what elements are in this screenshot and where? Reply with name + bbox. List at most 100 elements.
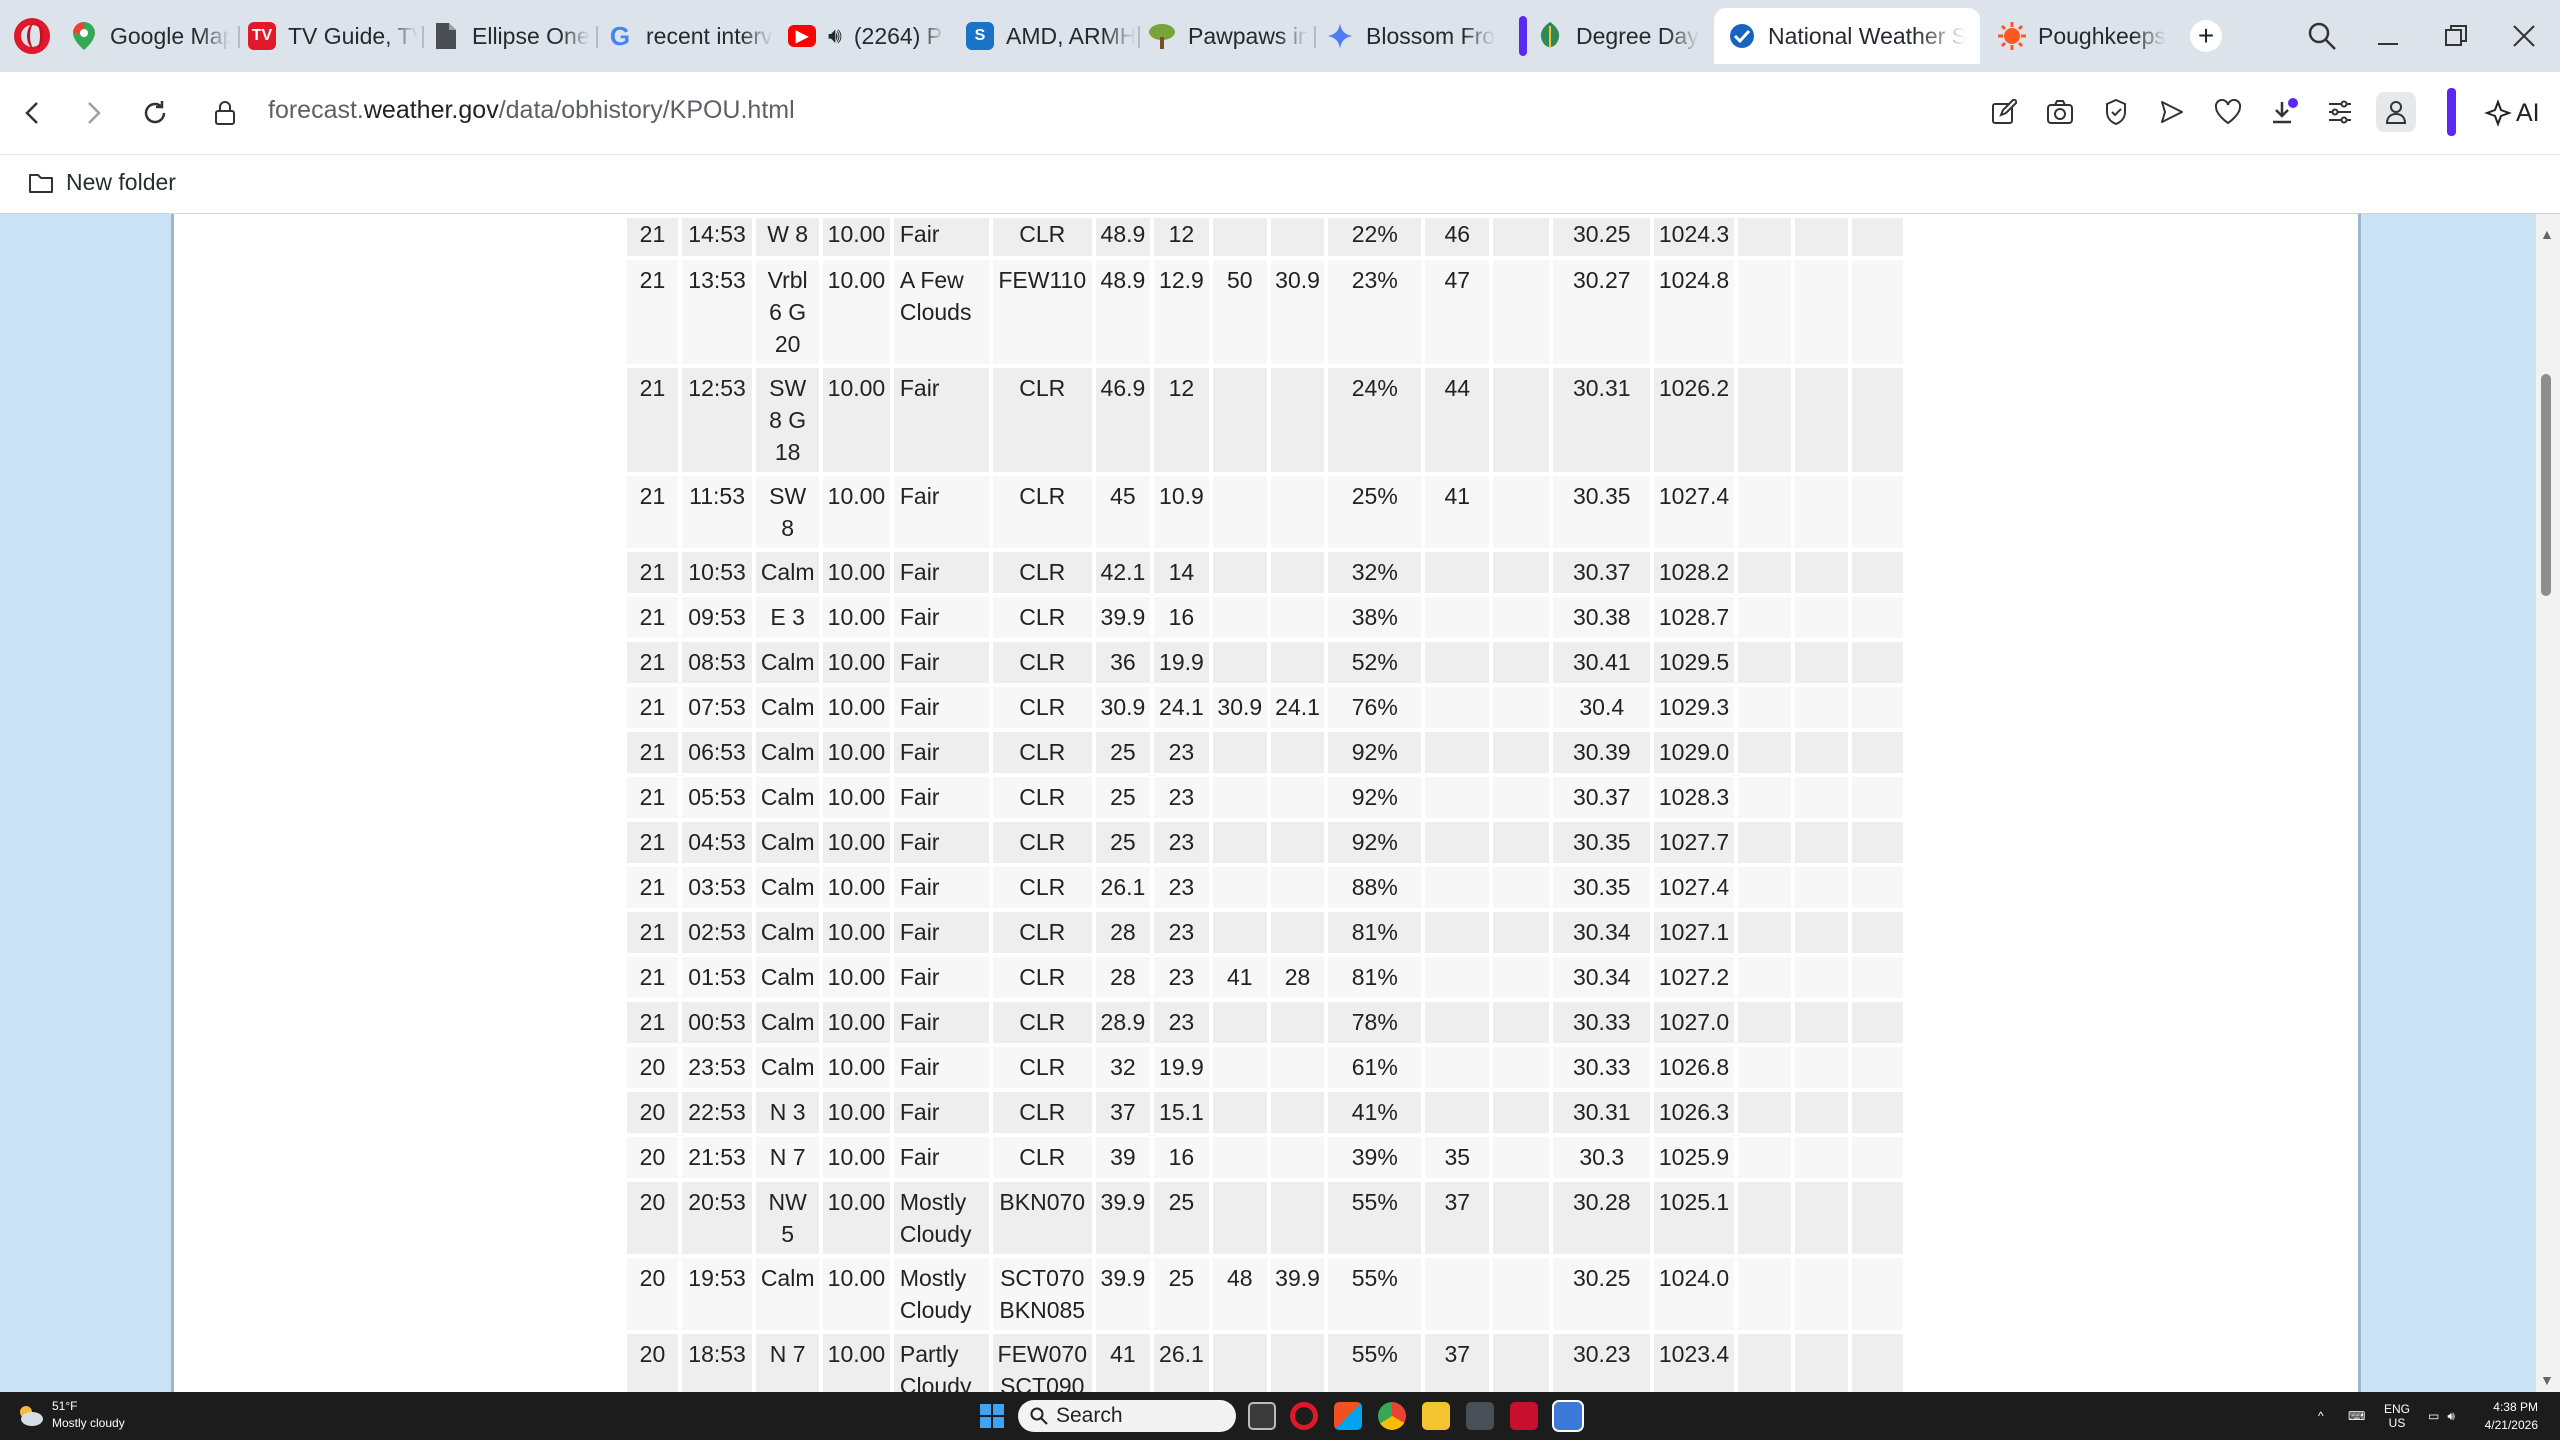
- cell-precip-1hr: [1737, 1334, 1791, 1392]
- shield-icon[interactable]: [2096, 92, 2136, 132]
- minimize-icon[interactable]: [2366, 14, 2410, 58]
- cell-min-6hr: 30.9: [1270, 260, 1325, 364]
- calculator-icon[interactable]: [1466, 1402, 1494, 1430]
- tab-tv-guide[interactable]: TV TV Guide, TV: [248, 8, 418, 64]
- table-row: 21 12:53 SW 8 G 18 10.00 Fair CLR 46.9 12 24% 44 3…: [627, 368, 1903, 472]
- cell-sea-level-pressure: 1026.3: [1654, 1092, 1734, 1133]
- cell-air-temp: 48.9: [1095, 260, 1150, 364]
- file-explorer-icon[interactable]: [1422, 1402, 1450, 1430]
- cell-wind: NW 5: [756, 1182, 820, 1254]
- weather-widget[interactable]: 51°F Mostly cloudy: [16, 1398, 125, 1432]
- tab-ellipse-one[interactable]: Ellipse One: [432, 8, 592, 64]
- cell-weather: Fair: [893, 476, 989, 548]
- cell-weather: Fair: [893, 822, 989, 863]
- cell-precip-3hr: [1794, 1092, 1848, 1133]
- cell-altimeter: 30.28: [1553, 1182, 1651, 1254]
- scroll-up-icon[interactable]: ▲: [2540, 226, 2554, 242]
- cell-wind-chill: 44: [1425, 368, 1490, 472]
- language-indicator[interactable]: ENG US: [2384, 1392, 2410, 1440]
- tab-search-icon[interactable]: [2300, 14, 2344, 58]
- close-icon[interactable]: [2502, 14, 2546, 58]
- cell-dew-point: 26.1: [1153, 1334, 1209, 1392]
- cell-wind-chill: [1425, 687, 1490, 728]
- cell-min-6hr: [1270, 597, 1325, 638]
- cell-weather: Fair: [893, 218, 989, 256]
- cloudy-weather-icon: [20, 1406, 43, 1426]
- taskbar-clock[interactable]: 4:38 PM 4/21/2026: [2478, 1398, 2538, 1434]
- download-icon[interactable]: [2264, 92, 2304, 132]
- cell-precip-3hr: [1794, 822, 1848, 863]
- restore-icon[interactable]: [2434, 14, 2478, 58]
- cell-time: 09:53: [681, 597, 753, 638]
- scroll-down-icon[interactable]: ▼: [2540, 1372, 2554, 1388]
- cell-max-6hr: 50: [1212, 260, 1267, 364]
- cell-date: 21: [627, 732, 678, 773]
- snipping-tool-icon[interactable]: [1552, 1400, 1584, 1432]
- tab-youtube[interactable]: ▶ 🔊︎ (2264) Pr: [788, 8, 958, 64]
- tab-stocks[interactable]: S AMD, ARMH: [966, 8, 1136, 64]
- opera-logo-icon[interactable]: [14, 18, 50, 54]
- scrollbar-thumb[interactable]: [2541, 374, 2551, 596]
- cell-relative-humidity: 24%: [1328, 368, 1422, 472]
- cell-precip-6hr: [1851, 1047, 1903, 1088]
- new-tab-button[interactable]: +: [2190, 20, 2222, 52]
- table-row: 21 14:53 W 8 10.00 Fair CLR 48.9 12 22% 46 30.25 10…: [627, 218, 1903, 256]
- cell-relative-humidity: 25%: [1328, 476, 1422, 548]
- keyboard-icon[interactable]: ⌨: [2348, 1392, 2365, 1440]
- cell-sky-condition: CLR: [992, 597, 1092, 638]
- heart-icon[interactable]: [2208, 92, 2248, 132]
- tab-google-maps[interactable]: Google Maps: [70, 8, 230, 64]
- cell-air-temp: 41: [1095, 1334, 1150, 1392]
- tab-title: Poughkeeps: [2038, 22, 2166, 49]
- profile-icon[interactable]: [2376, 92, 2416, 132]
- cell-weather: Fair: [893, 777, 989, 818]
- cell-altimeter: 30.33: [1553, 1047, 1651, 1088]
- cell-wind-chill: [1425, 912, 1490, 953]
- cell-wind: E 3: [756, 597, 820, 638]
- cell-time: 21:53: [681, 1137, 753, 1178]
- cell-precip-3hr: [1794, 552, 1848, 593]
- cell-air-temp: 25: [1095, 732, 1150, 773]
- address-field[interactable]: forecast.weather.gov/data/obhistory/KPOU…: [268, 96, 795, 125]
- chrome-icon[interactable]: [1378, 1402, 1406, 1430]
- cell-weather: Partly Cloudy: [893, 1334, 989, 1392]
- windows-start-icon[interactable]: [980, 1404, 1004, 1428]
- show-hidden-icons[interactable]: ^: [2318, 1392, 2324, 1440]
- search-icon: [1030, 1407, 1048, 1425]
- speaker-icon[interactable]: 🔊︎: [828, 23, 842, 49]
- url-domain: weather.gov: [363, 96, 499, 124]
- forward-button[interactable]: [70, 90, 116, 136]
- cell-weather: Fair: [893, 1137, 989, 1178]
- easy-setup-icon[interactable]: [2320, 92, 2360, 132]
- cell-sky-condition: CLR: [992, 218, 1092, 256]
- tab-google-search[interactable]: G recent interv: [606, 8, 776, 64]
- opera-taskbar-icon[interactable]: [1290, 1402, 1318, 1430]
- edit-page-icon[interactable]: [1984, 92, 2024, 132]
- network-volume-tray[interactable]: ▭ 🔊︎: [2428, 1392, 2455, 1440]
- tab-blossom[interactable]: Blossom Fro: [1326, 8, 1496, 64]
- cell-precip-1hr: [1737, 1137, 1791, 1178]
- lock-icon[interactable]: [202, 90, 248, 136]
- cell-heat-index: [1493, 822, 1550, 863]
- cell-weather: Fair: [893, 1092, 989, 1133]
- reload-button[interactable]: [132, 90, 178, 136]
- send-icon[interactable]: [2152, 92, 2192, 132]
- cell-dew-point: 14: [1153, 552, 1209, 593]
- tab-pawpaws[interactable]: Pawpaws in ...: [1148, 8, 1308, 64]
- tab-poughkeepsie[interactable]: Poughkeeps: [1998, 8, 2170, 64]
- snapshot-camera-icon[interactable]: [2040, 92, 2080, 132]
- tab-degree-day[interactable]: Degree Day: [1536, 8, 1708, 64]
- cell-heat-index: [1493, 1047, 1550, 1088]
- cell-heat-index: [1493, 368, 1550, 472]
- cell-precip-1hr: [1737, 1047, 1791, 1088]
- cell-sea-level-pressure: 1026.8: [1654, 1047, 1734, 1088]
- cell-precip-6hr: [1851, 957, 1903, 998]
- tab-national-weather-service[interactable]: National Weather Ser: [1714, 8, 1980, 64]
- ai-button[interactable]: AI: [2484, 92, 2540, 134]
- copilot-icon[interactable]: [1334, 1402, 1362, 1430]
- mcafee-icon[interactable]: [1510, 1402, 1538, 1430]
- back-button[interactable]: [10, 90, 56, 136]
- task-view-icon[interactable]: [1248, 1402, 1276, 1430]
- taskbar-search[interactable]: Search: [1018, 1400, 1236, 1432]
- bookmark-folder-new-folder[interactable]: New folder: [28, 169, 176, 196]
